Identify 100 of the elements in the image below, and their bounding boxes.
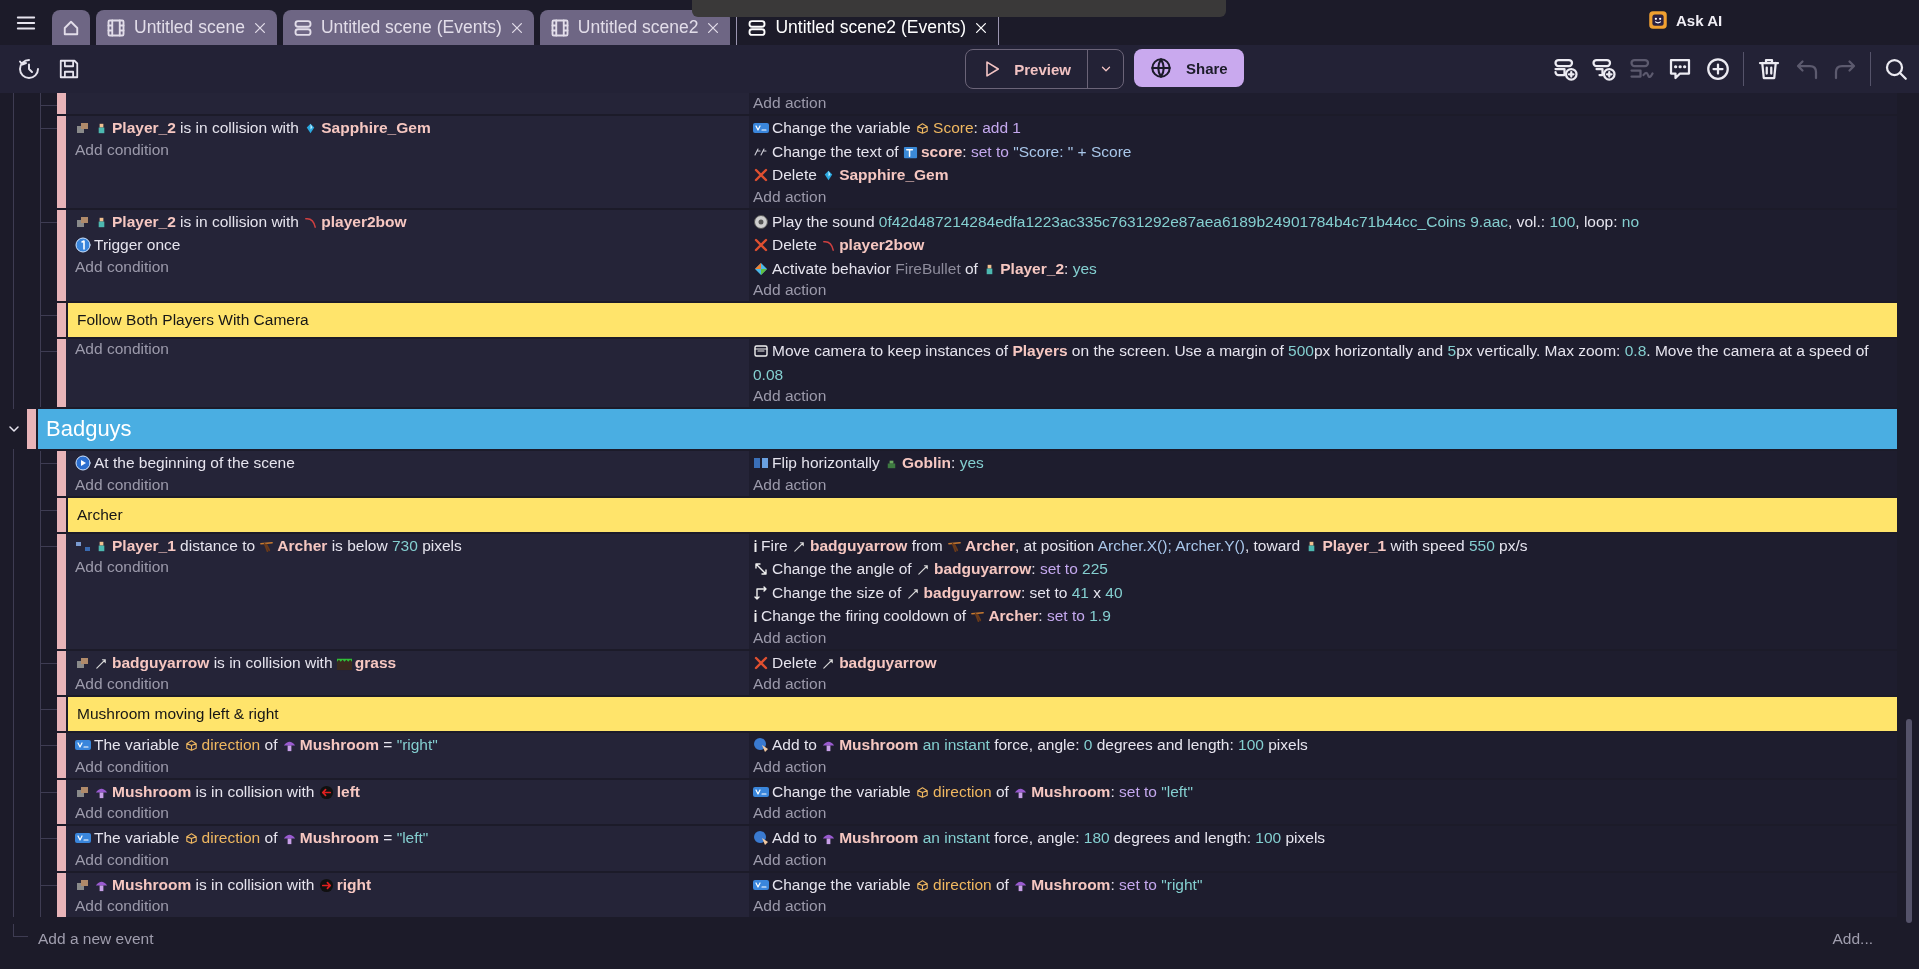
- action-text[interactable]: player2bow: [839, 236, 925, 253]
- add-condition-link[interactable]: Add condition: [75, 339, 169, 358]
- add-more-link[interactable]: Add...: [1832, 930, 1873, 948]
- condition-text[interactable]: Player_2 is in collision with: [112, 119, 304, 136]
- action-text[interactable]: Sapphire_Gem: [839, 166, 949, 183]
- condition-text[interactable]: Trigger once: [75, 233, 749, 257]
- condition-text[interactable]: player2bow: [321, 212, 407, 230]
- history-icon[interactable]: [17, 57, 41, 81]
- share-button[interactable]: Share: [1134, 49, 1244, 87]
- action-text[interactable]: Change the variable: [772, 119, 916, 136]
- action-text[interactable]: Score: add 1: [933, 119, 1021, 136]
- collapse-chevron-icon[interactable]: [9, 426, 19, 432]
- event-comment[interactable]: Mushroom moving left & right: [68, 697, 1897, 731]
- event-handle[interactable]: [57, 303, 66, 337]
- event-handle[interactable]: [57, 339, 66, 407]
- add-condition-link[interactable]: Add condition: [75, 139, 169, 159]
- action-text[interactable]: Add to: [772, 736, 822, 753]
- event-handle[interactable]: [57, 650, 66, 695]
- robot-face-icon[interactable]: [1648, 10, 1668, 30]
- add-condition-link[interactable]: Add condition: [75, 557, 169, 576]
- condition-text[interactable]: Mushroom = "right": [299, 736, 438, 753]
- add-action-link[interactable]: Add action: [753, 474, 827, 494]
- event-handle[interactable]: [57, 872, 66, 917]
- action-text[interactable]: score: set to "Score: " + Score: [921, 142, 1132, 160]
- condition-text[interactable]: direction of: [201, 736, 282, 753]
- add-event-icon[interactable]: [1554, 57, 1578, 81]
- action-text[interactable]: Fire: [761, 536, 792, 554]
- home-tab[interactable]: [52, 10, 90, 45]
- action-text[interactable]: Archer, at position Archer.X(); Archer.Y(), toward: [964, 536, 1305, 554]
- condition-text[interactable]: Player_2 is in collision with: [112, 212, 304, 230]
- event-handle[interactable]: [57, 93, 66, 114]
- condition-text[interactable]: At the beginning of the scene: [75, 451, 749, 475]
- condition-text[interactable]: Mushroom = "left": [299, 829, 429, 846]
- action-text[interactable]: Player_2: yes: [1000, 259, 1097, 277]
- event-handle[interactable]: [57, 733, 66, 778]
- event-handle[interactable]: [57, 497, 66, 532]
- action-text[interactable]: Add to: [772, 829, 822, 846]
- add-action-link[interactable]: Add action: [753, 386, 827, 405]
- action-text[interactable]: badguyarrow: [839, 653, 937, 671]
- condition-text[interactable]: Player_1 distance to: [112, 536, 260, 554]
- event-handle[interactable]: [57, 451, 66, 496]
- condition-text[interactable]: direction of: [201, 829, 282, 846]
- event-handle[interactable]: [57, 697, 66, 731]
- action-text[interactable]: Change the text of: [772, 142, 903, 160]
- action-text[interactable]: Change the variable: [772, 875, 916, 893]
- add-condition-link[interactable]: Add condition: [75, 756, 169, 776]
- condition-text[interactable]: left: [336, 782, 360, 800]
- event-comment[interactable]: Archer: [68, 497, 1897, 532]
- action-text[interactable]: badguyarrow: set to 41 x 40: [923, 583, 1123, 601]
- action-text[interactable]: Play the sound 0f42d487214284edfa1223ac335c7631292e87aea6189b24901784b4c71b44cc_Coins 9.aac, vol.: 100, loop: no: [753, 209, 1885, 233]
- tab[interactable]: Untitled scene (Events): [282, 10, 534, 45]
- add-subevent-icon[interactable]: [1592, 57, 1616, 81]
- action-text[interactable]: Goblin: yes: [902, 454, 984, 471]
- event-handle[interactable]: [57, 209, 66, 301]
- add-action-link[interactable]: Add action: [753, 93, 827, 112]
- action-text[interactable]: Change the angle of: [772, 560, 916, 577]
- add-action-link[interactable]: Add action: [753, 756, 827, 776]
- group-handle[interactable]: [27, 409, 36, 449]
- condition-text[interactable]: Mushroom is in collision with: [112, 782, 319, 800]
- action-text[interactable]: Flip horizontally: [772, 454, 884, 471]
- action-text[interactable]: Move camera to keep instances of Players on the screen. Use a margin of 500px horizontally and 5px vertically. Max zoom: 0.8. Move the camera at a speed of 0.08: [753, 339, 1885, 386]
- condition-text[interactable]: The variable: [94, 829, 184, 846]
- add-condition-link[interactable]: Add condition: [75, 256, 169, 276]
- add-action-link[interactable]: Add action: [753, 674, 827, 693]
- condition-text[interactable]: right: [336, 875, 372, 893]
- save-icon[interactable]: [58, 58, 80, 80]
- search-icon[interactable]: [1884, 57, 1908, 81]
- event-handle[interactable]: [57, 826, 66, 871]
- action-text[interactable]: badguyarrow from: [810, 536, 947, 554]
- action-text[interactable]: Mushroom: set to "right": [1031, 875, 1203, 893]
- action-text[interactable]: Mushroom an instant force, angle: 0 degrees and length: 100 pixels: [839, 736, 1308, 753]
- action-text[interactable]: Delete: [772, 166, 822, 183]
- action-text[interactable]: Change the firing cooldown of: [761, 607, 971, 624]
- event-handle[interactable]: [57, 779, 66, 824]
- add-condition-link[interactable]: Add condition: [75, 803, 169, 822]
- condition-text[interactable]: Archer is below 730 pixels: [277, 536, 462, 554]
- comment-icon[interactable]: [1668, 57, 1692, 81]
- add-condition-link[interactable]: Add condition: [75, 896, 169, 915]
- ask-ai-link[interactable]: Ask AI: [1676, 11, 1723, 29]
- condition-text[interactable]: grass: [354, 653, 397, 671]
- condition-text[interactable]: The variable: [94, 736, 184, 753]
- add-icon[interactable]: [1706, 57, 1730, 81]
- action-text[interactable]: Delete: [772, 653, 822, 671]
- condition-text[interactable]: Mushroom is in collision with: [112, 875, 319, 893]
- event-handle[interactable]: [57, 533, 66, 649]
- event-comment[interactable]: Follow Both Players With Camera: [68, 303, 1897, 337]
- action-text[interactable]: Mushroom: set to "left": [1031, 782, 1193, 800]
- add-action-link[interactable]: Add action: [753, 803, 827, 822]
- action-text[interactable]: Delete: [772, 236, 822, 253]
- add-condition-link[interactable]: Add condition: [75, 474, 169, 494]
- action-text[interactable]: Change the variable: [772, 782, 916, 800]
- action-text[interactable]: badguyarrow: set to 225: [933, 560, 1108, 577]
- action-text[interactable]: Mushroom an instant force, angle: 180 degrees and length: 100 pixels: [839, 829, 1326, 846]
- add-action-link[interactable]: Add action: [753, 280, 827, 299]
- condition-text[interactable]: Sapphire_Gem: [321, 119, 431, 136]
- add-action-link[interactable]: Add action: [753, 186, 827, 206]
- action-text[interactable]: Archer: set to 1.9: [988, 607, 1111, 624]
- tab[interactable]: Untitled scene2: [539, 10, 731, 45]
- add-action-link[interactable]: Add action: [753, 849, 827, 869]
- condition-text[interactable]: badguyarrow is in collision with: [112, 653, 337, 671]
